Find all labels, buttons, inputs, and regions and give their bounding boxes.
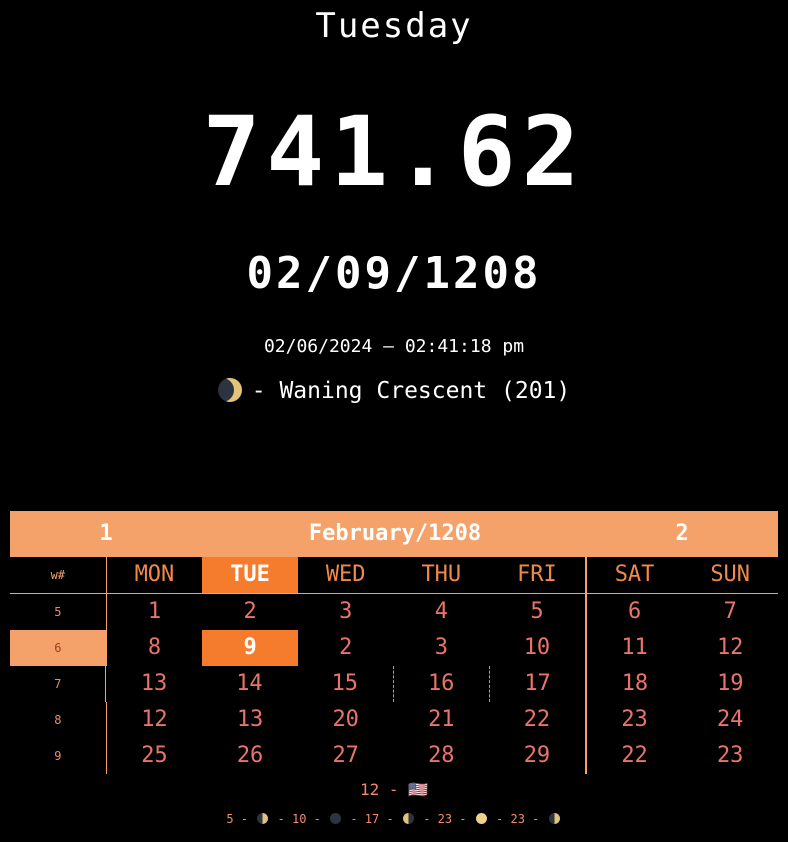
phase-label: - 23 - [496, 812, 540, 826]
day-cell[interactable]: 10 [489, 630, 585, 666]
day-cell[interactable]: 28 [394, 738, 490, 774]
day-cell[interactable]: 26 [202, 738, 298, 774]
day-cell[interactable]: 18 [585, 666, 682, 702]
day-header-wed: WED [325, 562, 366, 587]
day-cell[interactable]: 13 [106, 666, 201, 702]
phase-label: 5 - [226, 812, 249, 826]
day-header-mon: MON [134, 562, 175, 587]
day-cell[interactable]: 4 [394, 594, 490, 630]
clock-display: 741.62 [202, 96, 586, 208]
week-number: 5 [10, 594, 107, 630]
week-row-current: 6 8 9 2 3 10 11 12 [10, 630, 778, 666]
waning-crescent-moon-icon [217, 378, 242, 402]
day-cell[interactable]: 13 [202, 702, 298, 738]
day-cell[interactable]: 11 [584, 630, 683, 666]
day-cell[interactable]: 17 [488, 666, 585, 702]
day-cell[interactable]: 8 [107, 630, 203, 666]
week-number-current: 6 [10, 630, 107, 666]
day-cell[interactable]: 19 [683, 666, 778, 702]
day-cell[interactable]: 24 [682, 702, 778, 738]
week-number-header: w# [10, 557, 107, 593]
day-cell[interactable]: 3 [298, 594, 394, 630]
alt-date-display: 02/09/1208 [246, 248, 542, 299]
day-header-fri: FRI [517, 562, 557, 587]
standard-datetime: 02/06/2024 — 02:41:18 pm [263, 336, 525, 357]
calendar-header: 1 February/1208 2 [10, 511, 778, 557]
day-cell[interactable]: 14 [202, 666, 297, 702]
day-cell[interactable]: 16 [392, 666, 489, 702]
next-week-number: 2 [675, 521, 689, 546]
day-cell[interactable]: 15 [297, 666, 392, 702]
day-cell[interactable]: 2 [202, 594, 298, 630]
full-moon-icon [475, 813, 487, 824]
day-cell[interactable]: 29 [489, 738, 585, 774]
day-cell[interactable]: 22 [584, 738, 683, 774]
first-quarter-moon-icon [548, 813, 560, 824]
weekday-label: Tuesday [315, 6, 473, 46]
moon-phase-list: 5 - - 10 - - 17 - - 23 - - 23 - [0, 812, 788, 826]
day-cell[interactable]: 12 [107, 702, 203, 738]
day-cell[interactable]: 22 [489, 702, 585, 738]
day-cell[interactable]: 23 [584, 702, 683, 738]
moon-phase-text: - Waning Crescent (201) [251, 378, 571, 404]
day-cell[interactable]: 23 [682, 738, 778, 774]
calendar-grid: w# MON TUE WED THU FRI SAT SUN 5 1 2 3 4… [10, 557, 778, 774]
day-cell[interactable]: 5 [489, 594, 585, 630]
weekday-header-row: w# MON TUE WED THU FRI SAT SUN [10, 557, 778, 594]
day-cell[interactable]: 3 [394, 630, 490, 666]
day-header-tue: TUE [202, 557, 298, 593]
calendar: 1 February/1208 2 w# MON TUE WED THU FRI… [10, 511, 778, 774]
day-cell[interactable]: 1 [107, 594, 203, 630]
holiday-line: 12 - 🇺🇸 [359, 780, 429, 799]
day-header-sun: SUN [710, 562, 751, 587]
day-cell[interactable]: 27 [298, 738, 394, 774]
week-row: 9 25 26 27 28 29 22 23 [10, 738, 778, 774]
week-number: 7 [10, 666, 107, 702]
last-quarter-moon-icon [402, 813, 414, 824]
month-label: February/1208 [308, 521, 482, 546]
phase-label: - 10 - [277, 812, 321, 826]
day-cell[interactable]: 7 [682, 594, 778, 630]
phase-label: - 17 - [350, 812, 394, 826]
day-cell[interactable]: 20 [298, 702, 394, 738]
new-moon-icon [330, 813, 342, 824]
week-row: 8 12 13 20 21 22 23 24 [10, 702, 778, 738]
day-cell[interactable]: 25 [107, 738, 203, 774]
week-number: 9 [10, 738, 107, 774]
week-row: 5 1 2 3 4 5 6 7 [10, 594, 778, 630]
moon-phase-line: - Waning Crescent (201) [0, 378, 788, 404]
day-header-sat: SAT [584, 557, 683, 593]
day-cell[interactable]: 12 [682, 630, 778, 666]
first-quarter-moon-icon [257, 813, 269, 824]
prev-week-number: 1 [99, 521, 113, 546]
day-cell-today[interactable]: 9 [202, 630, 298, 666]
week-row: 7 13 14 15 16 17 18 19 [10, 666, 778, 702]
day-cell[interactable]: 6 [584, 594, 683, 630]
day-header-thu: THU [421, 562, 462, 587]
week-number: 8 [10, 702, 107, 738]
day-cell[interactable]: 2 [298, 630, 394, 666]
day-cell[interactable]: 21 [394, 702, 490, 738]
phase-label: - 23 - [423, 812, 467, 826]
